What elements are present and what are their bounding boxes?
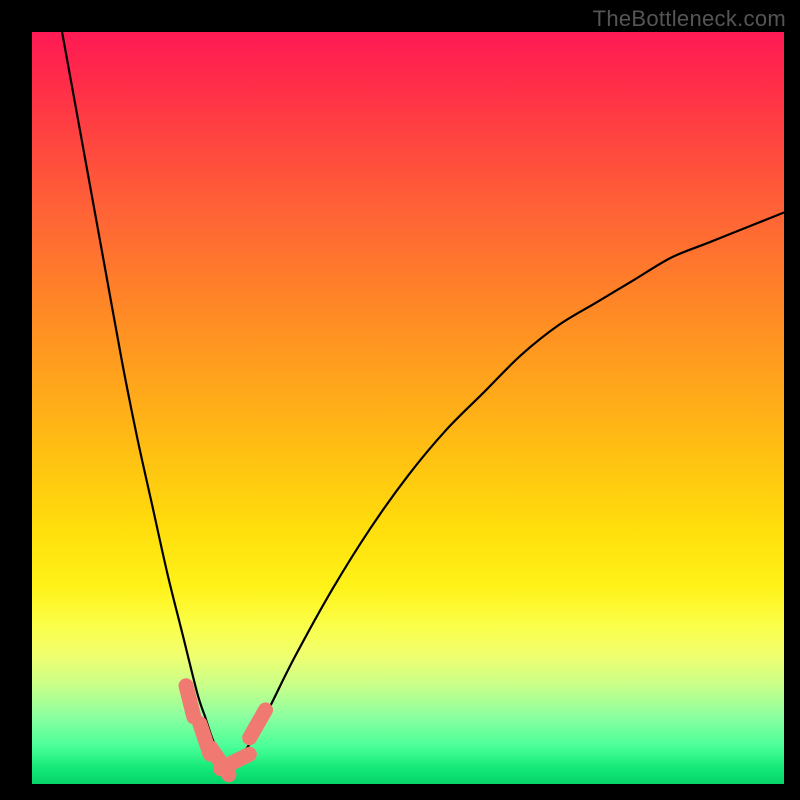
bottleneck-marker [186,686,194,717]
watermark-text: TheBottleneck.com [593,6,786,32]
plot-area [32,32,784,784]
bottleneck-markers [32,32,784,784]
chart-frame: TheBottleneck.com [0,0,800,800]
bottleneck-marker [250,710,266,738]
